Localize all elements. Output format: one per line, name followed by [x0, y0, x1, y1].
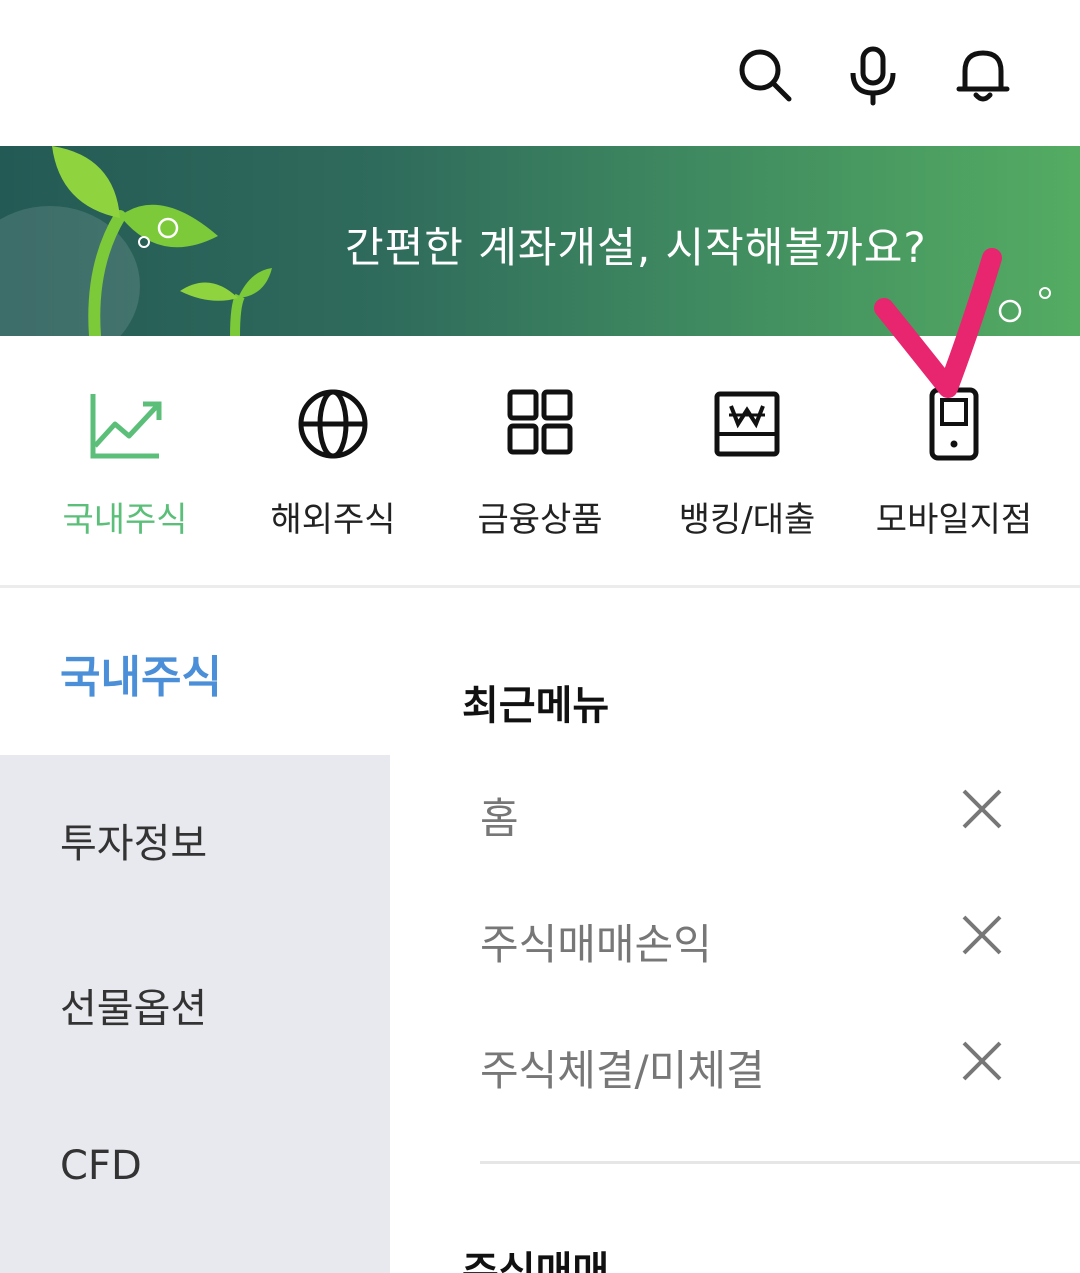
close-icon[interactable]	[958, 911, 1006, 959]
close-icon[interactable]	[958, 1037, 1006, 1085]
recent-menu-label: 주식체결/미체결	[480, 1046, 765, 1095]
recent-menu-title: 최근메뉴	[462, 683, 610, 729]
quick-menu-label: 금융상품	[477, 500, 603, 540]
menu-content: 최근메뉴 홈 주식매매손익 주식체결/미체결 주식매매	[390, 591, 1080, 1273]
category-sidebar: 국내주식 투자정보 선물옵션 CFD	[0, 591, 390, 1273]
quick-menu: 국내주식 해외주식 금융상품 뱅킹/대출 모바일지점	[0, 336, 1080, 588]
quick-menu-label: 국내주식	[62, 500, 188, 540]
sidebar-item-label: 선물옵션	[60, 986, 208, 1032]
sidebar-item-label: 국내주식	[60, 652, 222, 703]
quick-menu-overseas-stock[interactable]: 해외주식	[233, 380, 433, 550]
mobile-icon	[914, 384, 994, 464]
close-icon[interactable]	[958, 785, 1006, 833]
quick-menu-label: 뱅킹/대출	[678, 500, 816, 540]
grid-icon	[500, 384, 580, 464]
recent-menu-item[interactable]: 주식체결/미체결	[480, 1013, 1060, 1123]
quick-menu-financial-products[interactable]: 금융상품	[440, 380, 640, 550]
sidebar-item-domestic-stock[interactable]: 국내주식	[0, 591, 390, 755]
recent-menu-label: 주식매매손익	[480, 920, 712, 969]
stock-trading-title: 주식매매	[462, 1249, 610, 1273]
quick-menu-banking-loan[interactable]: 뱅킹/대출	[647, 380, 847, 550]
microphone-icon[interactable]	[838, 40, 908, 110]
recent-menu-item[interactable]: 주식매매손익	[480, 887, 1060, 997]
app-screen: 간편한 계좌개설, 시작해볼까요? 국내주식 해외주식 금융상품 뱅킹/대출 모…	[0, 0, 1080, 1273]
quick-menu-label: 모바일지점	[875, 500, 1033, 540]
sidebar-item-label: 투자정보	[60, 821, 208, 867]
section-divider	[480, 1161, 1080, 1164]
sidebar-item-label: CFD	[60, 1143, 142, 1189]
chart-line-icon	[85, 384, 165, 464]
won-bill-icon	[707, 384, 787, 464]
sprout-illustration	[52, 146, 272, 336]
bubble-decoration	[998, 287, 1051, 323]
quick-menu-label: 해외주식	[270, 500, 396, 540]
sidebar-item-cfd[interactable]: CFD	[0, 1107, 390, 1227]
sidebar-item-futures-options[interactable]: 선물옵션	[0, 940, 390, 1060]
top-bar	[0, 0, 1080, 146]
bell-icon[interactable]	[948, 40, 1018, 110]
globe-icon	[293, 384, 373, 464]
recent-menu-item[interactable]: 홈	[480, 761, 1060, 871]
quick-menu-domestic-stock[interactable]: 국내주식	[25, 380, 225, 550]
banner-text: 간편한 계좌개설, 시작해볼까요?	[345, 223, 927, 272]
account-opening-banner[interactable]: 간편한 계좌개설, 시작해볼까요?	[0, 146, 1080, 336]
search-icon[interactable]	[730, 40, 800, 110]
quick-menu-mobile-branch[interactable]: 모바일지점	[854, 380, 1054, 550]
recent-menu-label: 홈	[480, 794, 519, 843]
sidebar-item-investment-info[interactable]: 투자정보	[0, 775, 390, 895]
